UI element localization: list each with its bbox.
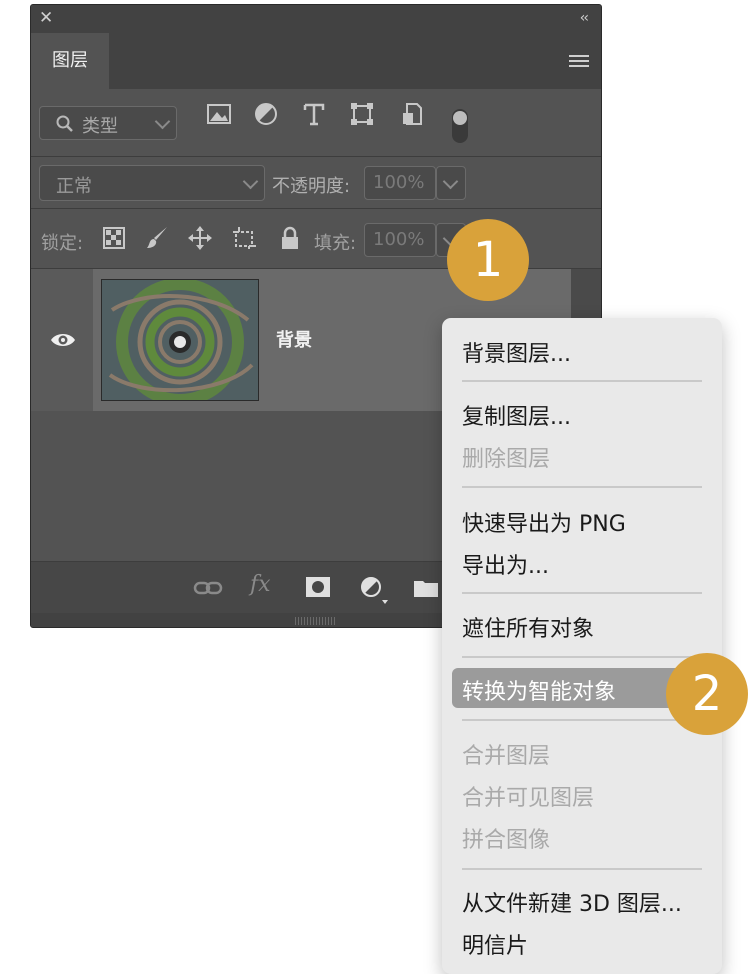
filter-toggle-icon[interactable] — [451, 108, 469, 144]
menu-separator — [462, 868, 702, 870]
grip-icon — [295, 617, 335, 625]
fx-icon[interactable]: fx — [250, 572, 271, 597]
opacity-dropdown[interactable] — [436, 166, 466, 200]
lock-move-icon[interactable] — [187, 225, 213, 251]
step-badge-2: 2 — [666, 653, 748, 735]
layer-name[interactable]: 背景 — [276, 326, 312, 352]
link-icon[interactable] — [193, 580, 223, 596]
layer-thumbnail — [101, 279, 259, 401]
filter-type-label: 类型 — [82, 116, 118, 137]
tab-bar: 图层 — [31, 33, 601, 89]
menu-item-mask-all-objects[interactable]: 遮住所有对象 — [462, 611, 594, 643]
menu-separator — [462, 592, 702, 594]
menu-item-delete-layer: 删除图层 — [462, 447, 551, 472]
lock-transparent-icon[interactable] — [103, 227, 125, 249]
filter-row: 类型 — [31, 89, 601, 157]
menu-item-export-as[interactable]: 导出为... — [462, 548, 549, 580]
opacity-label: 不透明度: — [272, 176, 351, 197]
shape-filter-icon[interactable] — [349, 101, 375, 127]
panel-titlebar: ✕ ‹‹ — [31, 5, 601, 33]
lock-all-icon[interactable] — [277, 225, 303, 251]
lock-label: 锁定: — [41, 233, 84, 254]
blend-mode-value: 正常 — [56, 176, 92, 197]
menu-separator — [462, 486, 702, 488]
collapse-icon[interactable]: ‹‹ — [580, 10, 589, 26]
eye-icon[interactable] — [50, 331, 76, 349]
type-filter-icon[interactable] — [301, 101, 327, 127]
image-filter-icon[interactable] — [206, 101, 232, 127]
menu-item-merge-layers: 合并图层 — [462, 744, 551, 769]
step-badge-1: 1 — [447, 219, 529, 301]
menu-item-background-layer[interactable]: 背景图层... — [462, 336, 571, 368]
fill-input[interactable]: 100% — [364, 223, 436, 257]
menu-separator — [462, 380, 702, 382]
search-icon — [56, 115, 73, 132]
lock-artboard-icon[interactable] — [231, 225, 257, 251]
adjustment-filter-icon[interactable] — [253, 101, 279, 127]
smart-object-filter-icon[interactable] — [399, 101, 425, 127]
chevron-down-icon — [154, 113, 171, 130]
lock-brush-icon[interactable] — [145, 225, 171, 251]
menu-item-quick-export-png[interactable]: 快速导出为 PNG — [462, 506, 626, 538]
menu-item-flatten-image: 拼合图像 — [462, 828, 551, 853]
blend-mode-dropdown[interactable]: 正常 — [39, 165, 265, 201]
menu-separator — [462, 656, 702, 658]
close-icon[interactable]: ✕ — [39, 8, 53, 28]
adjustment-icon[interactable] — [360, 576, 390, 606]
menu-item-duplicate-layer[interactable]: 复制图层... — [462, 399, 571, 431]
mask-icon[interactable] — [305, 576, 331, 598]
folder-icon[interactable] — [413, 578, 439, 598]
blend-row: 正常 不透明度: 100% — [31, 157, 601, 209]
filter-type-dropdown[interactable]: 类型 — [39, 106, 177, 140]
panel-menu-icon[interactable] — [569, 55, 589, 67]
menu-item-new-3d-layer-from-file[interactable]: 从文件新建 3D 图层... — [462, 886, 682, 918]
menu-item-merge-visible: 合并可见图层 — [462, 786, 595, 811]
menu-item-convert-to-smart-object[interactable]: 转换为智能对象 — [462, 674, 616, 706]
visibility-column — [31, 269, 93, 411]
fill-label: 填充: — [314, 233, 357, 254]
context-menu: 背景图层... 复制图层... 删除图层 快速导出为 PNG 导出为... 遮住… — [442, 318, 722, 974]
opacity-input[interactable]: 100% — [364, 166, 436, 200]
chevron-down-icon — [442, 173, 459, 190]
tab-layers[interactable]: 图层 — [31, 33, 109, 89]
menu-item-postcard[interactable]: 明信片 — [462, 928, 528, 960]
menu-separator — [462, 719, 702, 721]
chevron-down-icon — [242, 173, 259, 190]
